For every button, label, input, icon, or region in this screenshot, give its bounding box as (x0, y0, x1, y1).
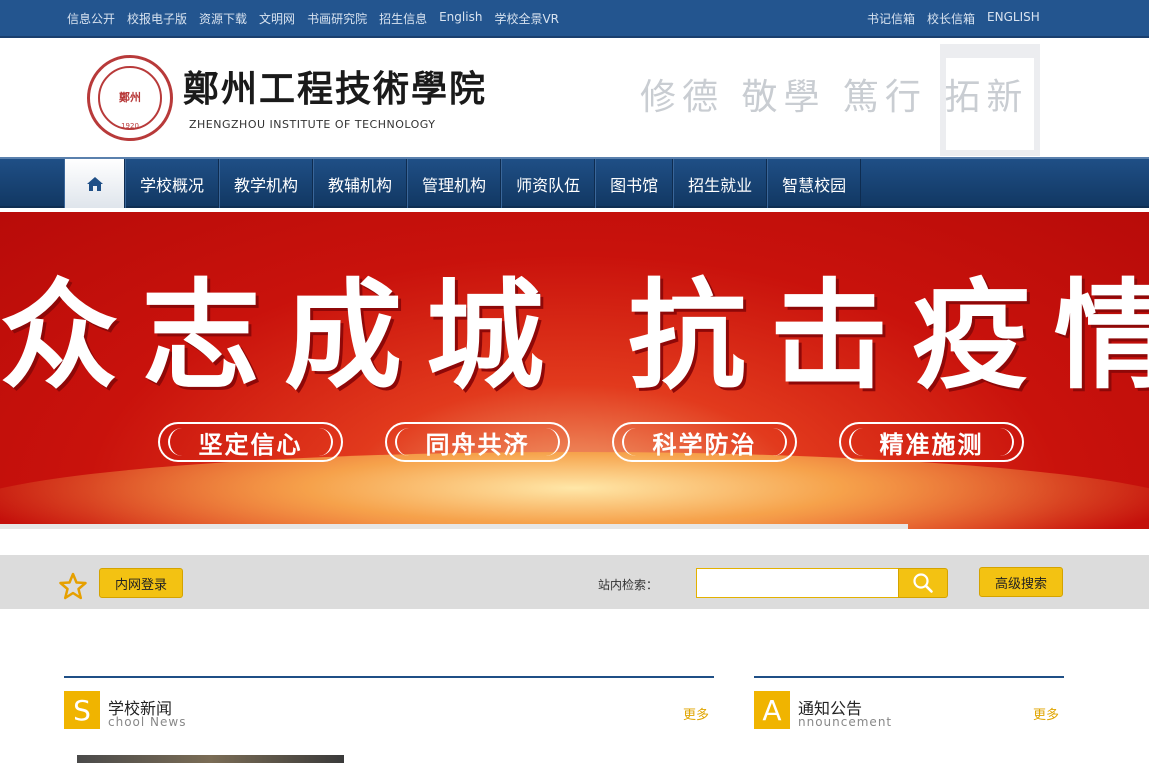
top-link-info-public[interactable]: 信息公开 (67, 10, 115, 27)
top-link-admissions[interactable]: 招生信息 (379, 10, 427, 27)
search-icon (913, 573, 933, 593)
section-subtitle: chool News (108, 715, 187, 729)
notice-more-link[interactable]: 更多 (1033, 704, 1059, 723)
site-header: 鄭州 1920 鄭州工程技術學院 ZHENGZHOU INSTITUTE OF … (0, 40, 1149, 157)
school-seal-logo[interactable]: 鄭州 1920 (87, 55, 173, 141)
banner-pill: 坚定信心 (158, 422, 343, 462)
hero-banner[interactable]: 众志成城 抗击疫情 坚定信心 同舟共济 科学防治 精准施测 (0, 212, 1149, 529)
search-band: 内网登录 站内检索： 高级搜索 (0, 555, 1149, 609)
banner-glow (0, 452, 1149, 529)
seal-year: 1920 (121, 122, 139, 130)
news-thumbnail-image[interactable] (77, 755, 344, 763)
nav-item-management[interactable]: 管理机构 (407, 159, 502, 208)
banner-slogan: 众志成城 抗击疫情 (0, 240, 1149, 411)
banner-pills: 坚定信心 同舟共济 科学防治 精准施测 (158, 422, 1024, 462)
ding-vessel-decoration (940, 44, 1040, 156)
banner-progress-fill (0, 524, 908, 529)
nav-item-library[interactable]: 图书馆 (595, 159, 674, 208)
school-name-en: ZHENGZHOU INSTITUTE OF TECHNOLOGY (189, 118, 436, 131)
nav-item-overview[interactable]: 学校概况 (125, 159, 220, 208)
top-links-right: 书记信箱 校长信箱 ENGLISH (867, 10, 1040, 27)
news-more-link[interactable]: 更多 (683, 704, 709, 723)
banner-pill: 精准施测 (839, 422, 1024, 462)
nav-home[interactable] (64, 159, 125, 208)
slogan-part-2: 抗击疫情 (628, 266, 1149, 405)
section-letter-badge: S (64, 691, 100, 729)
search-input[interactable] (696, 568, 899, 598)
top-link-school-paper[interactable]: 校报电子版 (127, 10, 187, 27)
seal-center: 鄭州 (98, 66, 162, 130)
top-link-civilization[interactable]: 文明网 (259, 10, 295, 27)
announcements-section: A 通知公告 nnouncement 更多 (754, 676, 1064, 736)
nav-item-support[interactable]: 教辅机构 (313, 159, 408, 208)
top-link-president-mailbox[interactable]: 校长信箱 (927, 10, 975, 27)
main-nav: 学校概况 教学机构 教辅机构 管理机构 师资队伍 图书馆 招生就业 智慧校园 (0, 157, 1149, 208)
home-icon (86, 176, 103, 191)
nav-item-faculty[interactable]: 师资队伍 (501, 159, 596, 208)
banner-pill: 科学防治 (612, 422, 797, 462)
section-subtitle: nnouncement (798, 715, 893, 729)
top-link-english-site[interactable]: ENGLISH (987, 10, 1040, 27)
top-link-vr-tour[interactable]: 学校全景VR (494, 10, 559, 27)
top-link-english[interactable]: English (439, 10, 482, 27)
banner-slide-progress (0, 524, 1149, 529)
search-button[interactable] (898, 568, 948, 598)
top-link-downloads[interactable]: 资源下载 (199, 10, 247, 27)
top-bar: 信息公开 校报电子版 资源下载 文明网 书画研究院 招生信息 English 学… (0, 0, 1149, 38)
nav-item-employment[interactable]: 招生就业 (673, 159, 768, 208)
search-label: 站内检索： (598, 578, 659, 592)
top-link-secretary-mailbox[interactable]: 书记信箱 (867, 10, 915, 27)
top-link-calligraphy[interactable]: 书画研究院 (307, 10, 367, 27)
nav-item-teaching[interactable]: 教学机构 (219, 159, 314, 208)
intranet-login-button[interactable]: 内网登录 (99, 568, 183, 598)
school-name-cn: 鄭州工程技術學院 (183, 68, 488, 110)
nav-item-smart-campus[interactable]: 智慧校园 (767, 159, 862, 208)
advanced-search-button[interactable]: 高级搜索 (979, 567, 1063, 597)
top-links-left: 信息公开 校报电子版 资源下载 文明网 书画研究院 招生信息 English 学… (67, 10, 559, 27)
slogan-part-1: 众志成城 (0, 266, 569, 405)
school-news-section: S 学校新闻 chool News 更多 (64, 676, 714, 736)
section-letter-badge: A (754, 691, 790, 729)
banner-pill: 同舟共济 (385, 422, 570, 462)
star-icon (59, 572, 87, 600)
